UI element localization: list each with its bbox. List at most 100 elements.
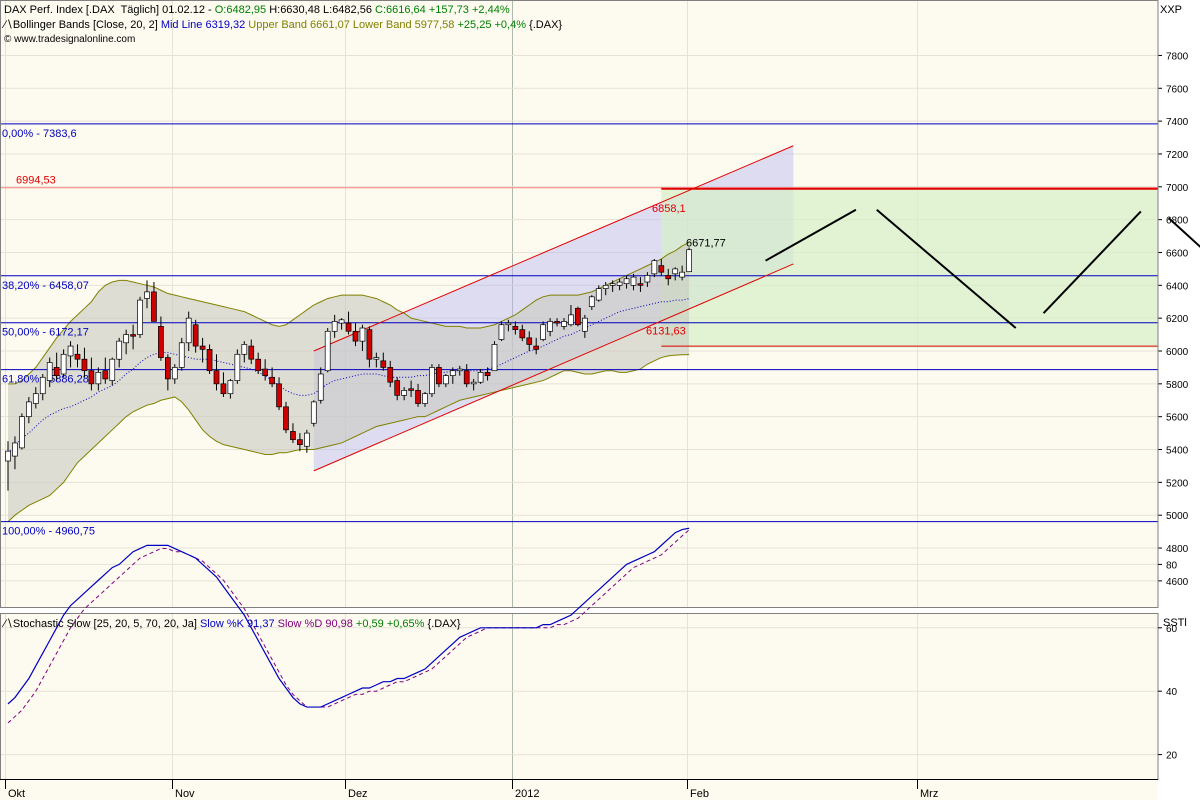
candle-body <box>679 271 686 278</box>
bollinger-change: +25,25 <box>457 19 492 31</box>
y-tick-label: 6600 <box>1166 248 1189 259</box>
candle-body <box>234 353 241 381</box>
candle-body <box>206 349 213 372</box>
candle-body <box>588 296 595 308</box>
candle-body <box>310 401 317 424</box>
candle-body <box>359 327 366 342</box>
y-tick-label: 5000 <box>1166 511 1189 522</box>
stochastic-header: ∕∖Stochastic Slow [25, 20, 5, 70, 20, Ja… <box>4 617 461 630</box>
candle-body <box>470 381 477 385</box>
header-high: H:6630,48 <box>269 4 320 16</box>
candle-body <box>116 340 123 360</box>
candle-body <box>297 439 303 445</box>
annotation-label: 6671,77 <box>686 238 726 250</box>
pane-separator <box>0 608 1200 613</box>
header-symbol: DAX Perf. Index [.DAX Täglich] 01.02.12 … <box>4 4 215 16</box>
candle-body <box>686 249 692 273</box>
candle-body <box>547 321 553 332</box>
chart-window: 0,00% - 7383,6 38,20% - 6458,07 50,00% - 6… <box>0 0 1200 800</box>
candle-body <box>123 334 130 344</box>
candle-body <box>422 393 428 404</box>
y-tick-label: 7800 <box>1166 51 1189 62</box>
candle-body <box>255 358 262 372</box>
candle-body <box>109 358 116 381</box>
candle-body <box>26 401 32 418</box>
candle-body <box>498 324 505 340</box>
candle-body <box>415 390 421 404</box>
candle-body <box>262 368 268 376</box>
x-tick-label: Okt <box>8 788 25 800</box>
resistance-label: 6994,53 <box>16 175 56 187</box>
candle-body <box>366 329 373 360</box>
candle-body <box>540 324 547 340</box>
y-tick-label: 5400 <box>1166 446 1189 457</box>
candle-body <box>53 367 60 376</box>
candle-body <box>5 450 11 462</box>
candle-body <box>241 344 248 355</box>
candle-body <box>595 288 602 301</box>
candle-body <box>317 373 324 401</box>
candle-body <box>338 319 345 324</box>
header-change: +157,73 <box>428 4 469 16</box>
candle-body <box>575 307 581 326</box>
x-tick-label: Dez <box>348 788 368 800</box>
fib-label: 100,00% - 4960,75 <box>2 526 95 538</box>
candle-body <box>651 260 658 275</box>
candle-body <box>95 371 102 385</box>
candle-body <box>644 275 651 283</box>
candle-body <box>602 284 609 289</box>
candle-body <box>484 371 491 376</box>
candle-body <box>616 281 623 286</box>
candle-body <box>443 375 449 385</box>
candle-body <box>394 380 401 396</box>
candle-body <box>283 406 289 431</box>
y-tick-label: 7600 <box>1166 84 1189 95</box>
candle-body <box>199 345 206 350</box>
y-tick-label: 6400 <box>1166 281 1189 292</box>
candle-body <box>526 337 533 345</box>
candle-body <box>248 345 255 360</box>
candle-body <box>227 380 234 395</box>
annotation-label: 6858,1 <box>652 203 686 215</box>
candle-body <box>102 370 109 380</box>
candle-body <box>213 370 220 385</box>
candle-body <box>178 342 185 368</box>
candle-body <box>491 344 498 372</box>
header-open: O:6482,95 <box>214 4 267 16</box>
bollinger-header: ∕∖Bollinger Bands [Close, 20, 2] Mid Lin… <box>4 18 562 31</box>
bollinger-label: Bollinger Bands [Close, 20, 2] <box>12 19 158 31</box>
stochastic-symbol: {.DAX} <box>427 618 461 630</box>
candle-body <box>137 299 143 335</box>
stoch-tick-label: 20 <box>1166 751 1178 762</box>
candle-body <box>665 275 672 280</box>
candle-body <box>158 326 164 358</box>
bollinger-percent: +0,4% <box>494 19 527 31</box>
candle-body <box>505 322 512 326</box>
header-percent: +2,44% <box>471 4 510 16</box>
candle-body <box>637 283 644 286</box>
candle-body <box>74 353 81 360</box>
candle-body <box>12 442 18 457</box>
bollinger-upper: Upper Band 6661,07 <box>248 19 350 31</box>
stochastic-k: Slow %K 91,37 <box>199 618 275 630</box>
candle-body <box>380 360 387 368</box>
y-tick-label: 5200 <box>1166 478 1189 489</box>
candle-body <box>519 329 526 339</box>
stochastic-d: Slow %D 90,98 <box>277 618 353 630</box>
bollinger-mid: Mid Line 6319,32 <box>160 19 246 31</box>
y-tick-label: 5600 <box>1166 413 1189 424</box>
candle-body <box>290 431 296 441</box>
x-tick-label: 2012 <box>515 788 539 800</box>
candle-body <box>401 390 407 396</box>
header-low: L:6482,56 <box>323 4 372 16</box>
stochastic-unit: SSTl <box>1163 617 1187 629</box>
candle-body <box>352 330 359 342</box>
candle-body <box>220 383 227 395</box>
x-tick-label: Feb <box>690 788 709 800</box>
bollinger-lower: Lower Band 5977,58 <box>352 19 455 31</box>
candle-body <box>331 321 338 332</box>
candle-body <box>672 268 679 275</box>
candle-body <box>165 357 171 380</box>
candle-body <box>568 314 574 326</box>
candle-body <box>276 383 282 408</box>
